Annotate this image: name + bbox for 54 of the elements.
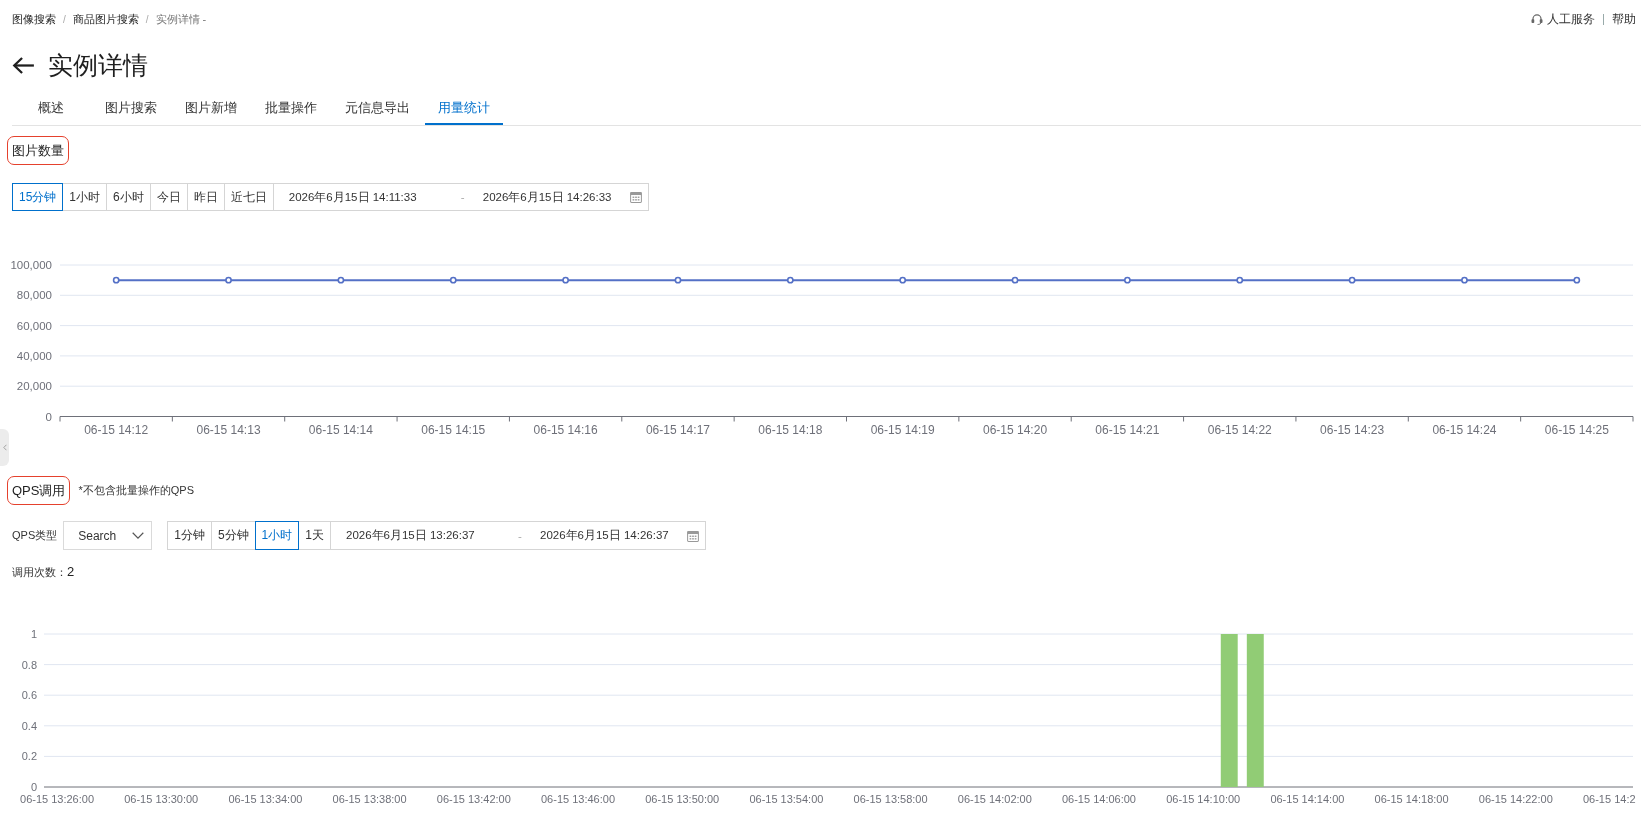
y-axis-label: 1 [30,628,37,640]
x-axis-label: 06-15 13:42:00 [436,793,511,805]
y-axis-label: 60,000 [16,319,52,332]
x-axis-label: 06-15 14:18:00 [1374,793,1449,805]
x-axis-label: 06-15 14:18 [758,422,823,436]
x-axis-label: 06-15 14:13 [196,422,261,436]
y-axis-label: 20,000 [16,380,52,393]
x-axis-label: 06-15 14:23 [1320,422,1385,436]
x-axis-label: 06-15 14:14:00 [1270,793,1345,805]
section-title: 图片数量 [7,136,69,165]
x-axis-label: 06-15 14:02:00 [957,793,1032,805]
x-axis-label: 06-15 14:15 [421,422,486,436]
y-axis-label: 0 [45,410,52,423]
range-separator: - [460,191,466,203]
y-axis-label: 80,000 [16,289,52,302]
y-axis-label: 0.2 [21,750,37,763]
x-axis-label: 06-15 14:17 [645,422,710,436]
section-title: QPS调用 [7,476,71,505]
x-axis-label: 06-15 13:38:00 [332,793,407,805]
y-axis-label: 0.4 [21,719,37,732]
x-axis-label: 06-15 14:10:00 [1166,793,1241,805]
x-axis-label: 06-15 13:46:00 [541,793,615,805]
y-axis-label: 0.8 [21,658,37,671]
x-axis-label: 06-15 14:19 [870,422,935,436]
x-axis-label: 06-15 14:14 [308,422,373,436]
x-axis-label: 06-15 14:25 [1544,422,1609,436]
y-axis-label: 100,000 [10,259,52,271]
x-axis-label: 06-15 14:22:00 [1478,793,1553,805]
call-count-label: 调用次数： [12,565,67,580]
x-axis-label: 06-15 14:21 [1095,422,1160,436]
x-axis-label: 06-15 13:30:00 [124,793,199,805]
x-axis-label: 06-15 13:58:00 [853,793,928,805]
x-axis-label: 06-15 14:16 [533,422,598,436]
page-title: 实例详情 [48,50,148,81]
x-axis-label: 06-15 14:20 [983,422,1048,436]
y-axis-label: 0 [30,781,37,793]
breadcrumb-current: 实例详情 - [155,11,207,27]
y-axis-label: 0.6 [21,689,37,702]
x-axis-label: 06-15 14:12 [84,422,149,436]
breadcrumb-separator: / [63,13,66,25]
x-axis-label: 06-15 14:2 [1582,793,1636,805]
field-label: QPS类型 [12,528,58,543]
section-note: *不包含批量操作的QPS [78,483,194,498]
x-axis-label: 06-15 14:24 [1432,422,1497,436]
x-axis-label: 06-15 13:54:00 [749,793,824,805]
range-separator: - [518,529,523,542]
breadcrumb-separator: / [145,13,149,25]
call-count-value: 2 [67,564,75,579]
x-axis-label: 06-15 13:26:00 [20,793,95,805]
x-axis-label: 06-15 13:34:00 [228,793,303,805]
x-axis-label: 06-15 14:22 [1207,422,1272,436]
y-axis-label: 40,000 [16,349,52,362]
x-axis-label: 06-15 14:06:00 [1062,793,1136,805]
x-axis-label: 06-15 13:50:00 [645,793,720,805]
